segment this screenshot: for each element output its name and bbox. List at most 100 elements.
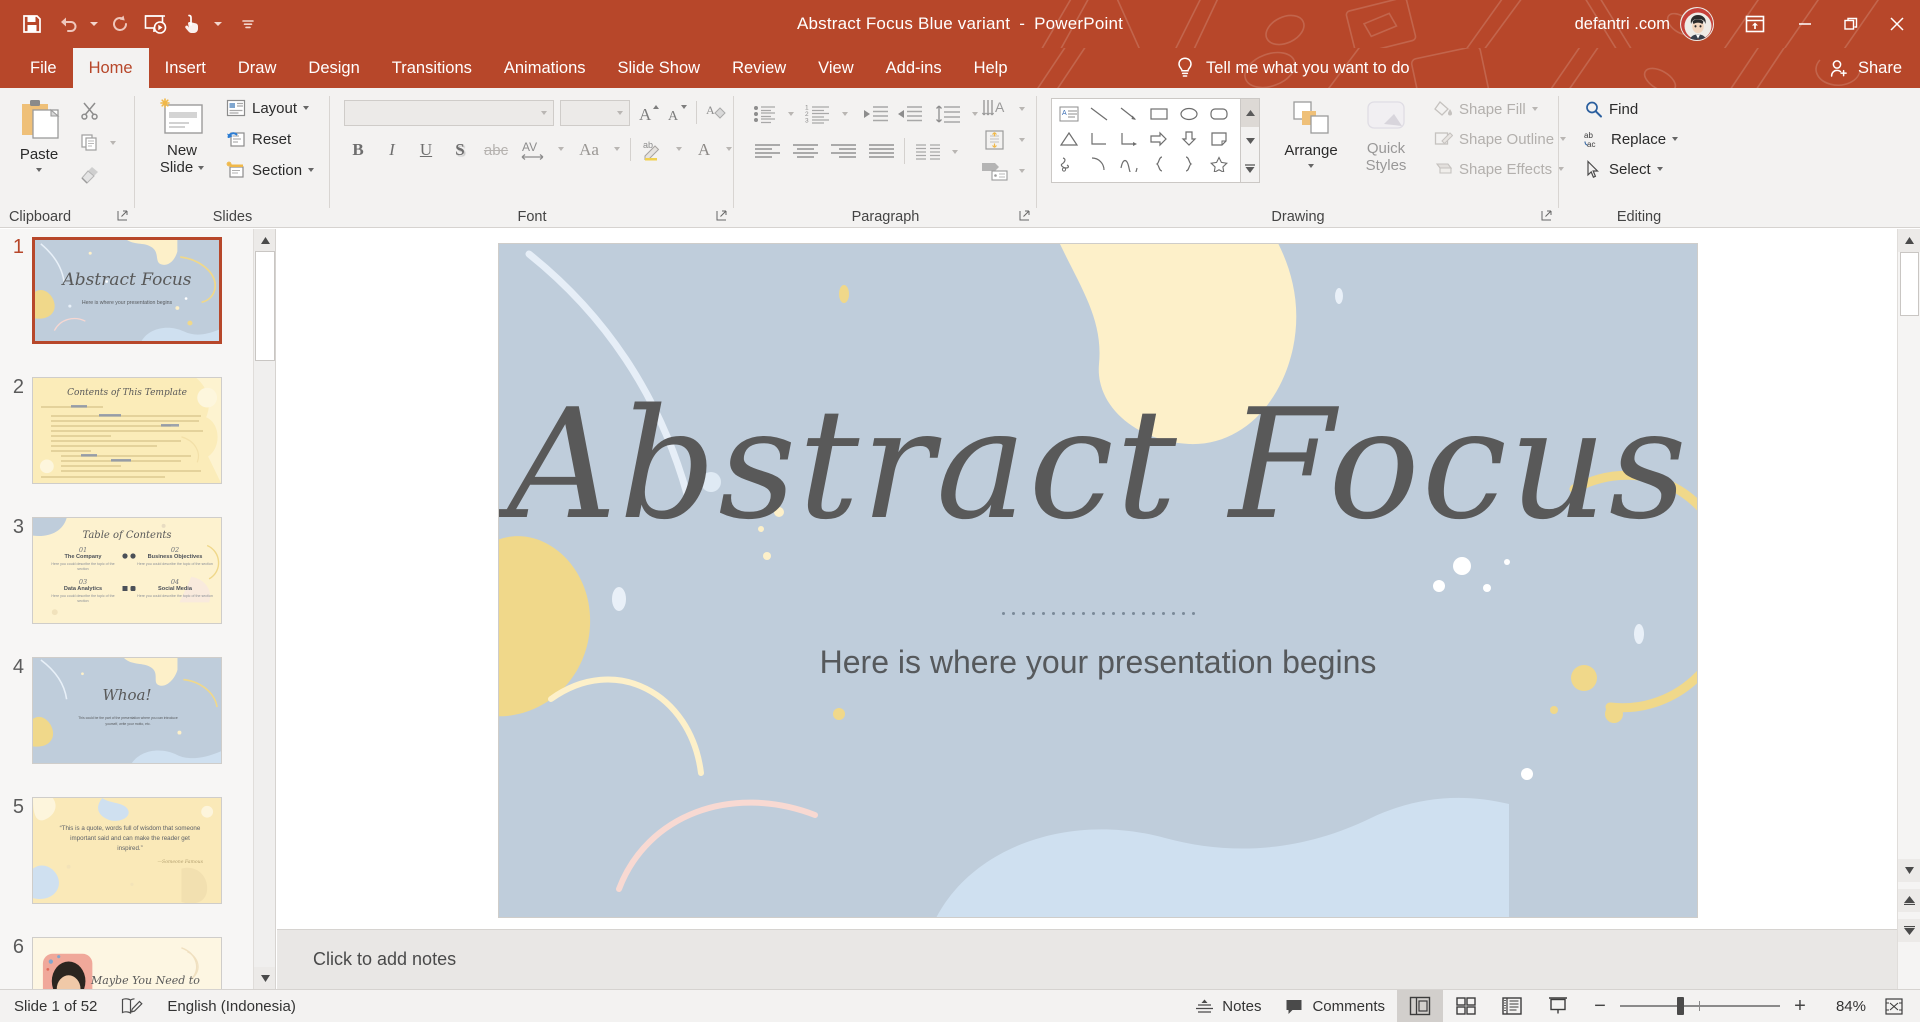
- select-dropdown-caret-icon[interactable]: [1656, 167, 1663, 171]
- zoom-slider-knob[interactable]: [1677, 997, 1684, 1015]
- decrease-font-size-button[interactable]: A: [663, 99, 691, 126]
- shapes-gallery[interactable]: A: [1051, 98, 1241, 183]
- font-name-combobox[interactable]: [344, 100, 554, 126]
- tab-transitions[interactable]: Transitions: [376, 48, 488, 88]
- font-color-button[interactable]: A: [690, 136, 718, 164]
- shapes-gallery-scroll[interactable]: [1241, 98, 1260, 183]
- thumbnail-scrollbar-thumb[interactable]: [255, 251, 275, 361]
- previous-slide-button[interactable]: [1898, 889, 1920, 912]
- drawing-dialog-launcher[interactable]: [1538, 207, 1555, 224]
- minimize-button[interactable]: [1782, 0, 1828, 48]
- arrange-dropdown-caret-icon[interactable]: [1308, 164, 1314, 168]
- start-from-beginning-button[interactable]: [138, 5, 174, 43]
- tab-draw[interactable]: Draw: [222, 48, 293, 88]
- text-shadow-button[interactable]: S: [446, 136, 474, 164]
- tab-slide-show[interactable]: Slide Show: [602, 48, 717, 88]
- clipboard-dialog-launcher[interactable]: [114, 207, 131, 224]
- numbering-dropdown-button[interactable]: [835, 100, 855, 127]
- smartart-dropdown-button[interactable]: [1012, 158, 1032, 184]
- zoom-slider-track[interactable]: [1620, 997, 1780, 1015]
- avatar[interactable]: [1680, 7, 1714, 41]
- thumbnail-item-4[interactable]: 4 Whoa! This could be the part of the pr…: [6, 657, 222, 764]
- slide-title[interactable]: Abstract Focus: [499, 376, 1697, 553]
- slide-indicator[interactable]: Slide 1 of 52: [0, 990, 109, 1022]
- ribbon-display-options-button[interactable]: [1728, 0, 1782, 48]
- bullets-dropdown-button[interactable]: [781, 100, 801, 127]
- cut-button[interactable]: [76, 98, 103, 123]
- columns-dropdown-button[interactable]: [945, 138, 965, 165]
- shapes-more-button[interactable]: [1241, 154, 1259, 182]
- undo-dropdown-caret-icon[interactable]: [86, 5, 102, 43]
- find-button[interactable]: Find: [1579, 98, 1643, 120]
- zoom-out-button[interactable]: −: [1591, 996, 1609, 1016]
- text-highlight-color-button[interactable]: ab: [638, 136, 668, 164]
- thumbnail-item-1[interactable]: 1 Abstract Focus Here is where your pres…: [6, 237, 222, 344]
- text-direction-dropdown-button[interactable]: [1012, 96, 1032, 122]
- shape-left-brace[interactable]: [1144, 151, 1174, 176]
- shape-right-brace[interactable]: [1174, 151, 1204, 176]
- tab-help[interactable]: Help: [958, 48, 1024, 88]
- shape-scribble[interactable]: [1054, 151, 1084, 176]
- highlight-dropdown-button[interactable]: [669, 136, 689, 161]
- shape-triangle[interactable]: [1054, 126, 1084, 151]
- fit-to-window-button[interactable]: [1876, 990, 1912, 1022]
- shape-text-box[interactable]: A: [1054, 101, 1084, 126]
- select-button[interactable]: Select: [1579, 158, 1668, 180]
- tab-home[interactable]: Home: [72, 48, 149, 88]
- next-slide-button[interactable]: [1898, 919, 1920, 942]
- slide-vertical-scrollbar[interactable]: [1897, 229, 1920, 989]
- thumbnail-item-3[interactable]: 3 Table of Contents 01 The Company Here …: [6, 517, 222, 624]
- thumbnail-slide-1[interactable]: Abstract Focus Here is where your presen…: [32, 237, 222, 344]
- slide-scroll-up-button[interactable]: [1898, 229, 1920, 252]
- new-slide-dropdown-caret-icon[interactable]: [198, 165, 205, 170]
- strikethrough-button[interactable]: abc: [480, 136, 512, 164]
- undo-button[interactable]: [50, 5, 86, 43]
- thumbnail-item-6[interactable]: 6 Maybe You Need to: [6, 937, 222, 989]
- shape-folded-corner[interactable]: [1204, 126, 1234, 151]
- thumbnail-slide-3[interactable]: Table of Contents 01 The Company Here yo…: [32, 517, 222, 624]
- copy-button[interactable]: [76, 130, 103, 155]
- redo-button[interactable]: [102, 5, 138, 43]
- tab-view[interactable]: View: [802, 48, 869, 88]
- customize-quick-access-toolbar-button[interactable]: [240, 5, 256, 43]
- paste-button[interactable]: Paste: [8, 96, 70, 172]
- bullets-button[interactable]: [750, 100, 780, 127]
- format-painter-button[interactable]: [76, 162, 103, 187]
- shape-arrow[interactable]: [1114, 101, 1144, 126]
- slide-scroll-down-button[interactable]: [1898, 859, 1920, 882]
- paragraph-dialog-launcher[interactable]: [1016, 207, 1033, 224]
- normal-view-button[interactable]: [1397, 989, 1443, 1022]
- shape-elbow-arrow-connector[interactable]: [1114, 126, 1144, 151]
- close-button[interactable]: [1874, 0, 1920, 48]
- shape-right-arrow[interactable]: [1144, 126, 1174, 151]
- bold-button[interactable]: B: [344, 136, 372, 164]
- tell-me-search[interactable]: Tell me what you want to do: [1175, 48, 1410, 88]
- tab-add-ins[interactable]: Add-ins: [870, 48, 958, 88]
- align-left-button[interactable]: [750, 138, 784, 165]
- reset-button[interactable]: Reset: [221, 128, 296, 150]
- slide-sorter-view-button[interactable]: [1443, 990, 1489, 1022]
- justify-button[interactable]: [864, 138, 898, 165]
- character-spacing-dropdown-button[interactable]: [551, 136, 571, 161]
- shape-rounded-rectangle[interactable]: [1204, 101, 1234, 126]
- font-dialog-launcher[interactable]: [713, 207, 730, 224]
- arrange-button[interactable]: Arrange: [1275, 98, 1347, 168]
- zoom-in-button[interactable]: +: [1791, 996, 1809, 1016]
- align-text-button[interactable]: [979, 127, 1011, 153]
- shape-curve[interactable]: [1114, 151, 1144, 176]
- tab-review[interactable]: Review: [716, 48, 802, 88]
- zoom-level-label[interactable]: 84%: [1820, 998, 1866, 1015]
- restore-button[interactable]: [1828, 0, 1874, 48]
- tab-file[interactable]: File: [14, 48, 73, 88]
- thumbnail-slide-5[interactable]: “This is a quote, words full of wisdom t…: [32, 797, 222, 904]
- numbering-button[interactable]: 1 2 3: [802, 100, 834, 127]
- thumbnail-item-5[interactable]: 5 “This is a quote, words full of wisdom…: [6, 797, 222, 904]
- new-slide-button[interactable]: New Slide: [149, 96, 215, 176]
- section-button[interactable]: Section: [221, 159, 319, 181]
- thumbnail-scroll-up-button[interactable]: [254, 229, 275, 251]
- change-case-dropdown-button[interactable]: [607, 136, 627, 161]
- thumbnail-slide-2[interactable]: Contents of This Template: [32, 377, 222, 484]
- underline-button[interactable]: U: [412, 136, 440, 164]
- tab-animations[interactable]: Animations: [488, 48, 602, 88]
- italic-button[interactable]: I: [378, 136, 406, 164]
